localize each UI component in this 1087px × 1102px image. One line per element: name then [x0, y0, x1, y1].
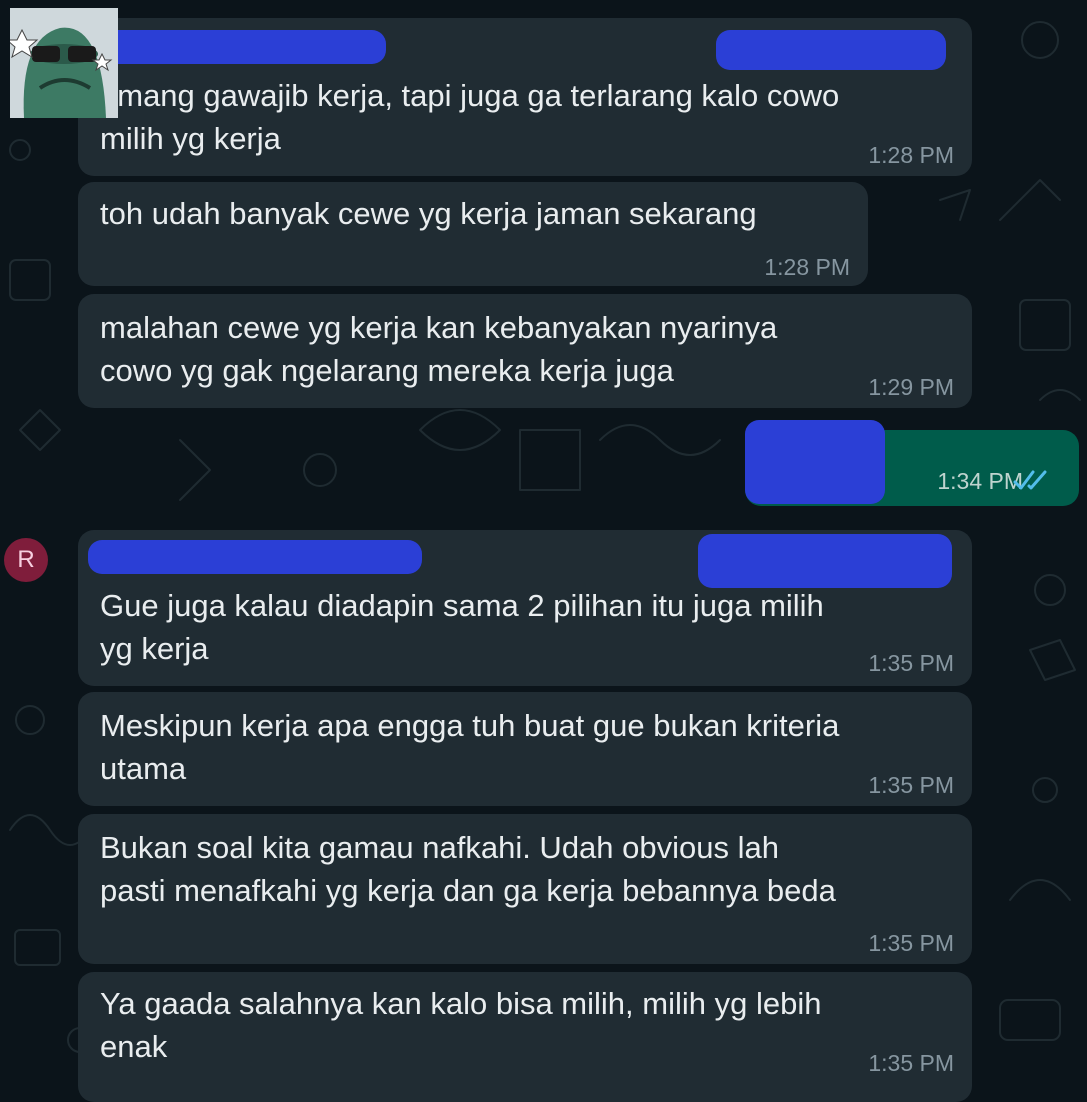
redacted-sender-name	[86, 30, 386, 64]
message-text: malahan cewe yg kerja kan kebanyakan nya…	[100, 310, 778, 388]
outgoing-message[interactable]: 1:34 PM	[745, 420, 1079, 506]
sticker-avatar-icon	[10, 8, 118, 118]
incoming-message[interactable]: emang gawajib kerja, tapi juga ga terlar…	[78, 18, 972, 176]
incoming-message[interactable]: Gue juga kalau diadapin sama 2 pilihan i…	[78, 530, 972, 686]
message-time: 1:35 PM	[868, 930, 954, 956]
redacted-message-text	[745, 420, 885, 504]
incoming-message[interactable]: Meskipun kerja apa engga tuh buat gue bu…	[78, 692, 972, 806]
message-text: Meskipun kerja apa engga tuh buat gue bu…	[100, 708, 840, 786]
message-time: 1:29 PM	[868, 374, 954, 400]
message-text: Ya gaada salahnya kan kalo bisa milih, m…	[100, 986, 822, 1064]
message-time: 1:35 PM	[868, 1050, 954, 1076]
incoming-message[interactable]: toh udah banyak cewe yg kerja jaman seka…	[78, 182, 868, 286]
message-time: 1:35 PM	[868, 772, 954, 798]
message-time: 1:34 PM	[937, 468, 1023, 494]
double-check-icon	[1013, 470, 1047, 490]
message-time: 1:28 PM	[764, 254, 850, 280]
redacted-sender-phone	[698, 534, 952, 588]
message-text: Bukan soal kita gamau nafkahi. Udah obvi…	[100, 830, 836, 908]
message-text: toh udah banyak cewe yg kerja jaman seka…	[100, 196, 757, 231]
redacted-sender-name	[88, 540, 422, 574]
incoming-message[interactable]: Ya gaada salahnya kan kalo bisa milih, m…	[78, 972, 972, 1102]
incoming-message[interactable]: malahan cewe yg kerja kan kebanyakan nya…	[78, 294, 972, 408]
redacted-sender-phone	[716, 30, 946, 70]
incoming-message[interactable]: Bukan soal kita gamau nafkahi. Udah obvi…	[78, 814, 972, 964]
message-time: 1:28 PM	[868, 142, 954, 168]
message-text: Gue juga kalau diadapin sama 2 pilihan i…	[100, 588, 824, 666]
sender-avatar[interactable]: R	[4, 538, 48, 582]
message-text: emang gawajib kerja, tapi juga ga terlar…	[100, 78, 840, 156]
message-time: 1:35 PM	[868, 650, 954, 676]
